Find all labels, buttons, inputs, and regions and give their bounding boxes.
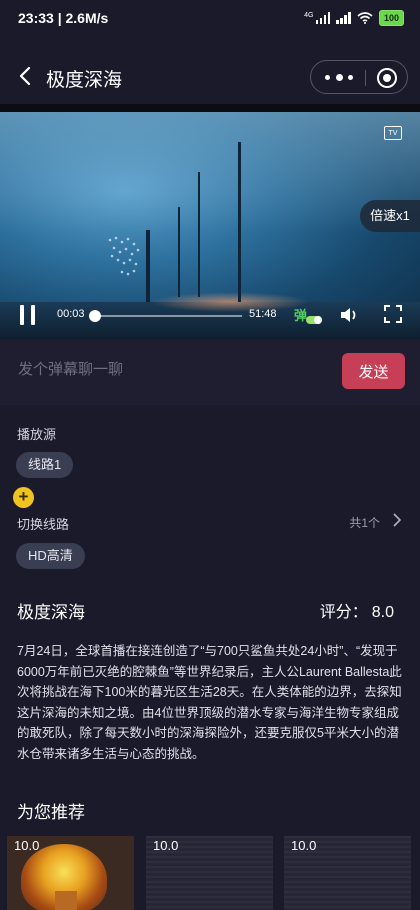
video-player[interactable]: TV 倍速x1 00:03 51:48 弹	[0, 104, 420, 339]
video-description: 7月24日，全球首播在接连创造了“与700只鲨鱼共处24小时”、“发现于6000…	[17, 644, 402, 761]
signal-type-label: 4G	[304, 12, 314, 19]
source-label: 播放源	[17, 427, 57, 442]
recommend-card[interactable]: 10.0	[7, 836, 134, 910]
toggle-switch-icon	[306, 316, 322, 324]
danmu-toggle[interactable]: 弹	[294, 305, 322, 325]
recommend-card[interactable]: 10.0	[284, 836, 411, 910]
status-bar: 23:33 | 2.6M/s 4G 100	[0, 0, 420, 40]
progress-knob[interactable]	[89, 310, 101, 322]
danmu-label: 弹	[294, 308, 308, 323]
playback-speed-button[interactable]: 倍速x1	[360, 200, 420, 232]
record-target-icon[interactable]	[377, 68, 397, 88]
danmu-input[interactable]	[18, 361, 318, 378]
progress-slider[interactable]	[89, 310, 242, 322]
line-count: 共1个	[349, 516, 380, 530]
signal-icon-2	[336, 12, 351, 24]
source-option-line1[interactable]: 线路1	[16, 452, 74, 478]
signal-icon: 4G	[304, 12, 331, 24]
capsule-divider	[365, 70, 366, 86]
nav-bar: 极度深海	[0, 52, 420, 102]
card-score: 10.0	[14, 838, 40, 853]
wifi-icon	[357, 12, 373, 24]
fullscreen-icon[interactable]	[384, 305, 402, 323]
danmu-input-bar: 发送	[0, 339, 420, 405]
recommend-title: 为您推荐	[17, 803, 85, 822]
pause-icon[interactable]	[20, 305, 36, 325]
total-time: 51:48	[249, 308, 277, 320]
plus-icon[interactable]: +	[13, 487, 34, 508]
page-title: 极度深海	[46, 70, 123, 91]
card-score: 10.0	[291, 838, 317, 853]
line-option-hd[interactable]: HD高清	[16, 543, 85, 569]
status-icons: 4G 100	[304, 10, 404, 26]
school-of-fish	[108, 236, 140, 276]
recommend-card[interactable]: 10.0	[146, 836, 273, 910]
battery-icon: 100	[378, 10, 404, 26]
card-score: 10.0	[153, 838, 179, 853]
tv-cast-icon[interactable]: TV	[384, 126, 402, 140]
status-time: 23:33 | 2.6M/s	[18, 10, 109, 26]
rating-label: 评分：	[319, 604, 368, 621]
back-icon[interactable]	[14, 64, 38, 88]
chevron-right-icon[interactable]	[392, 512, 402, 528]
more-dots-icon[interactable]	[325, 70, 353, 84]
rating-value: 8.0	[371, 604, 394, 621]
line-switch-label: 切换线路	[17, 517, 70, 532]
miniapp-capsule	[310, 60, 408, 94]
current-time: 00:03	[57, 308, 85, 320]
video-title: 极度深海	[17, 603, 85, 622]
volume-icon[interactable]	[338, 304, 360, 326]
player-controls: 00:03 51:48 弹	[0, 300, 420, 332]
rating: 评分： 8.0	[316, 598, 394, 622]
send-button[interactable]: 发送	[342, 353, 405, 389]
